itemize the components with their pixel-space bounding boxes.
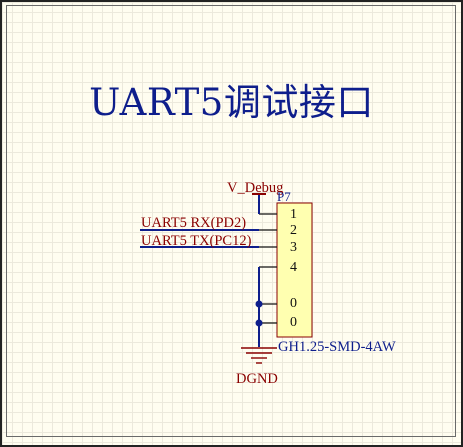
pin-number: 4 xyxy=(290,260,297,275)
connector-designator: P7 xyxy=(277,189,291,204)
pin-number: 2 xyxy=(290,223,297,238)
pin-number: 0 xyxy=(290,296,297,311)
ground-symbol xyxy=(241,347,277,364)
connector-part-number: GH1.25-SMD-4AW xyxy=(278,339,396,355)
junction-dot xyxy=(255,319,263,327)
connector-pins xyxy=(259,213,277,324)
net-label-power: V_Debug xyxy=(227,180,284,196)
pin-number: 0 xyxy=(290,315,297,330)
junction-dot xyxy=(255,300,263,308)
net-label-ground: DGND xyxy=(236,371,278,387)
pin-number: 3 xyxy=(290,240,297,255)
net-label-tx: UART5 TX(PC12) xyxy=(141,233,252,249)
pin-number: 1 xyxy=(290,207,297,222)
net-label-rx: UART5 RX(PD2) xyxy=(141,215,247,231)
